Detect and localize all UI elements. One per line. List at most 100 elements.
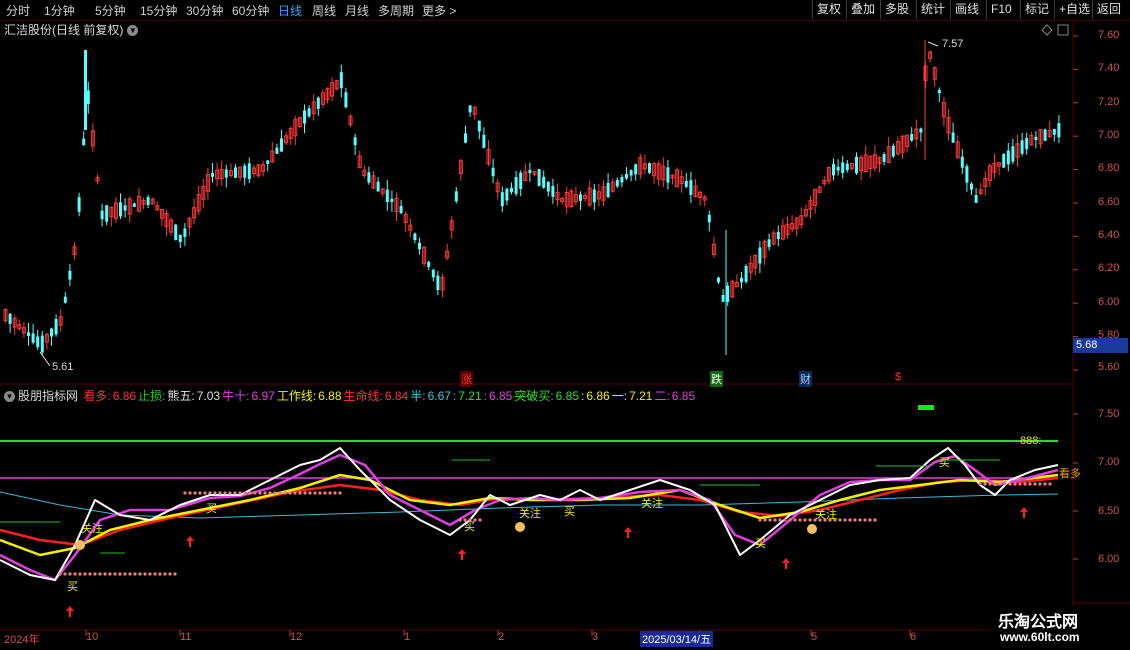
candle-body [767, 239, 771, 248]
current-price-tag: 5.68 [1073, 338, 1128, 353]
candle-body [468, 105, 472, 113]
dot-marker [103, 572, 107, 576]
indicator-item-value: 7.21 [458, 389, 482, 403]
dot-marker [163, 572, 167, 576]
indicator-item-value: 6.86 [586, 389, 610, 403]
dot-marker [338, 491, 342, 495]
dot-marker [108, 572, 112, 576]
dot-marker [293, 491, 297, 495]
dot-marker [843, 518, 847, 522]
kline-chart[interactable] [0, 0, 1130, 650]
candle-body [27, 332, 30, 337]
candle-body [132, 203, 136, 207]
candle-body [707, 214, 711, 223]
candle-body [82, 138, 86, 145]
watermark-url: www.60lt.com [1000, 630, 1080, 644]
candle-body [717, 277, 720, 283]
candle-body [634, 164, 638, 175]
event-marker-finance[interactable]: 财 [799, 371, 812, 387]
indicator-tick: 6.50 [1098, 505, 1120, 517]
level-label: 888: [1020, 435, 1042, 447]
dot-marker [148, 572, 152, 576]
candle-body [689, 180, 693, 195]
signal-label: 买 [939, 457, 950, 469]
candle-body [100, 210, 104, 220]
candle-body [436, 275, 440, 291]
candle-body [84, 50, 87, 130]
hand-pointer-icon [515, 522, 525, 532]
candle-body [427, 261, 431, 267]
dot-marker [173, 572, 177, 576]
dot-marker [763, 518, 767, 522]
date-tick: 3 [592, 631, 599, 643]
dot-marker [863, 518, 867, 522]
indicator-tick: 7.00 [1098, 456, 1120, 468]
candle-body [758, 247, 762, 264]
indicator-item-label: 一: [611, 389, 628, 403]
candle-body [855, 156, 858, 174]
dot-marker [768, 518, 772, 522]
dot-marker [203, 491, 207, 495]
dot-marker [78, 572, 82, 576]
dot-marker [783, 518, 787, 522]
dot-marker [838, 518, 842, 522]
dot-marker [283, 491, 287, 495]
candle-body [339, 72, 343, 89]
date-tick: 6 [910, 631, 917, 643]
candle-body [1034, 136, 1038, 141]
date-tick: 11 [180, 631, 192, 643]
indicator-item-value: 7.21 [629, 389, 653, 403]
candle-body [726, 285, 730, 302]
crosshair-date: 2025/03/14/五 [640, 631, 714, 647]
indicator-item-label: 熊五: [167, 389, 195, 403]
indicator-item-label: : [483, 389, 487, 403]
dot-marker [133, 572, 137, 576]
candle-body [1043, 129, 1047, 141]
dot-marker [758, 518, 762, 522]
candle-body [247, 163, 251, 180]
dot-marker [248, 491, 252, 495]
dot-marker [1013, 482, 1017, 486]
indicator-item-value: 7.03 [196, 389, 221, 403]
candle-body [1020, 140, 1024, 154]
dot-marker [158, 572, 162, 576]
candle-body [123, 205, 127, 211]
candle-body [146, 197, 150, 206]
stock-title[interactable]: 汇洁股份(日线 前复权) ▼ [4, 21, 139, 38]
up-arrow-icon [1020, 507, 1028, 518]
indicator-item-label: 看多: [83, 389, 111, 403]
candle-body [832, 163, 835, 176]
candle-body [390, 198, 394, 202]
candle-body [119, 202, 122, 217]
price-tick: 6.80 [1098, 162, 1120, 174]
dot-marker [1018, 482, 1022, 486]
dot-marker [128, 572, 132, 576]
dot-marker [1023, 482, 1027, 486]
chevron-down-icon[interactable]: ▼ [4, 391, 15, 403]
candle-body [537, 169, 541, 187]
dot-marker [793, 518, 797, 522]
indicator-name[interactable]: 股朋指标网 [18, 389, 78, 403]
date-tick: 5 [811, 631, 818, 643]
low-pointer [39, 351, 51, 367]
price-tick: 7.20 [1098, 96, 1120, 108]
dot-marker [188, 491, 192, 495]
high-price-label: 7.57 [942, 38, 964, 50]
stock-title-text: 汇洁股份(日线 前复权) [4, 23, 124, 37]
dot-marker [873, 518, 877, 522]
candle-body [836, 166, 840, 171]
dot-marker [798, 518, 802, 522]
dot-marker [788, 518, 792, 522]
price-tick: 6.60 [1098, 196, 1120, 208]
dot-marker [988, 482, 992, 486]
dot-marker [183, 491, 187, 495]
event-marker-up[interactable]: 涨 [460, 371, 473, 387]
signal-label: 关注 [641, 498, 663, 510]
dot-marker [198, 491, 202, 495]
candle-body [454, 191, 458, 202]
chevron-down-icon[interactable]: ▼ [127, 25, 139, 37]
event-marker-down[interactable]: 跌 [710, 371, 723, 387]
event-marker-dividend[interactable]: $ [894, 371, 902, 383]
date-tick: 10 [86, 631, 99, 643]
candle-body [776, 231, 780, 240]
